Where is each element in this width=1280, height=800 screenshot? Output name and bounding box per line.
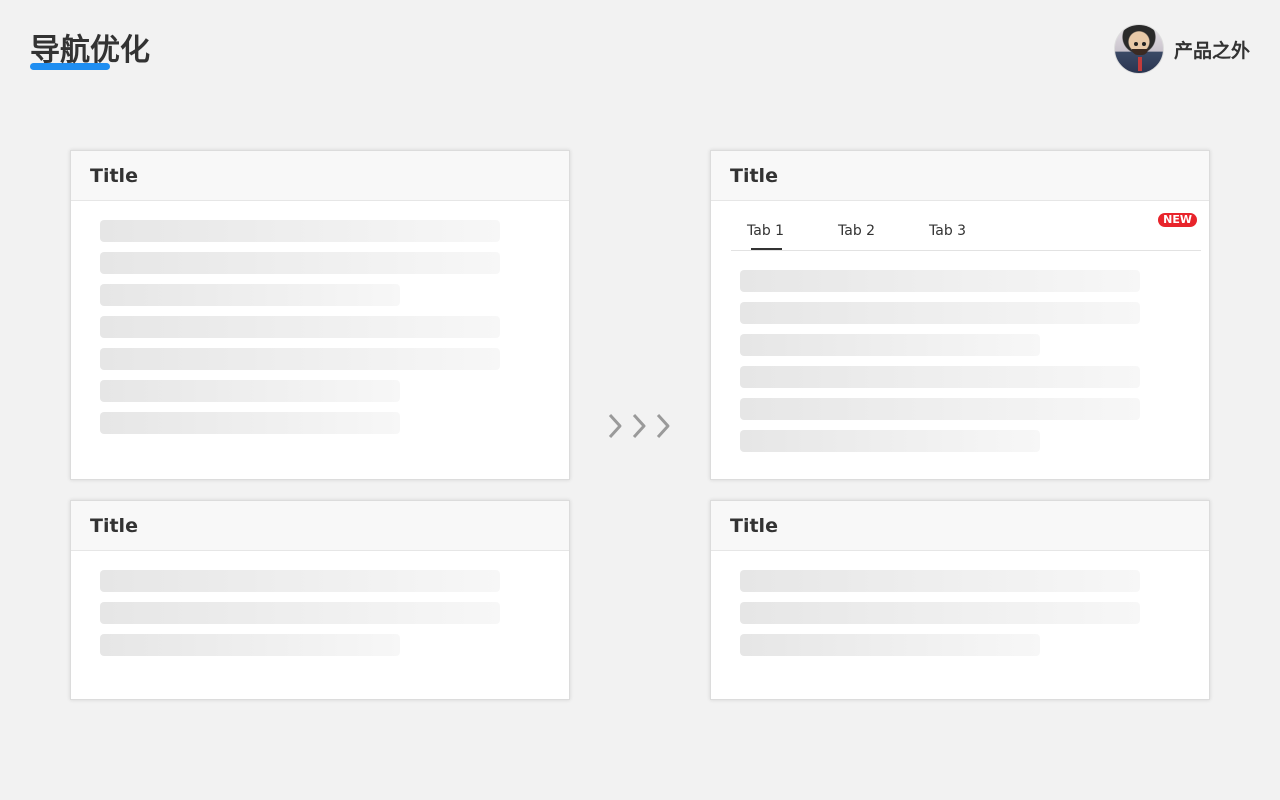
skeleton-line — [100, 602, 500, 624]
skeleton-line — [100, 316, 500, 338]
skeleton-line — [100, 570, 500, 592]
skeleton-line — [100, 634, 400, 656]
skeleton-line — [100, 348, 500, 370]
card-header: Title — [711, 151, 1209, 201]
card-header: Title — [71, 151, 569, 201]
tab-2[interactable]: Tab 2 — [838, 221, 875, 241]
after-top-card: Title NEW Tab 1 Tab 2 Tab 3 — [710, 150, 1210, 480]
skeleton-line — [740, 398, 1140, 420]
after-bottom-card: Title — [710, 500, 1210, 700]
tab-3[interactable]: Tab 3 — [929, 221, 966, 241]
triple-chevron-right-icon — [608, 413, 670, 439]
skeleton-line — [100, 412, 400, 434]
skeleton-line — [740, 334, 1040, 356]
before-top-card: Title — [70, 150, 570, 480]
skeleton-line — [100, 380, 400, 402]
card-header: Title — [71, 501, 569, 551]
skeleton-line — [740, 366, 1140, 388]
tab-1[interactable]: Tab 1 — [747, 221, 784, 241]
card-title: Title — [730, 164, 778, 187]
skeleton-line — [740, 270, 1140, 292]
active-tab-indicator — [751, 248, 782, 250]
skeleton-line — [740, 302, 1140, 324]
card-header: Title — [711, 501, 1209, 551]
card-title: Title — [90, 514, 138, 537]
brand-name: 产品之外 — [1173, 39, 1250, 62]
card-title: Title — [730, 514, 778, 537]
skeleton-line — [740, 430, 1040, 452]
skeleton-line — [740, 570, 1140, 592]
skeleton-line — [100, 252, 500, 274]
skeleton-line — [740, 602, 1140, 624]
avatar — [1113, 24, 1164, 74]
skeleton-line — [100, 284, 400, 306]
page-title: 导航优化 — [30, 33, 150, 68]
tab-bar: Tab 1 Tab 2 Tab 3 — [731, 221, 1201, 251]
brand: 产品之外 — [1113, 24, 1250, 74]
skeleton-line — [740, 634, 1040, 656]
before-bottom-card: Title — [70, 500, 570, 700]
card-title: Title — [90, 164, 138, 187]
skeleton-line — [100, 220, 500, 242]
